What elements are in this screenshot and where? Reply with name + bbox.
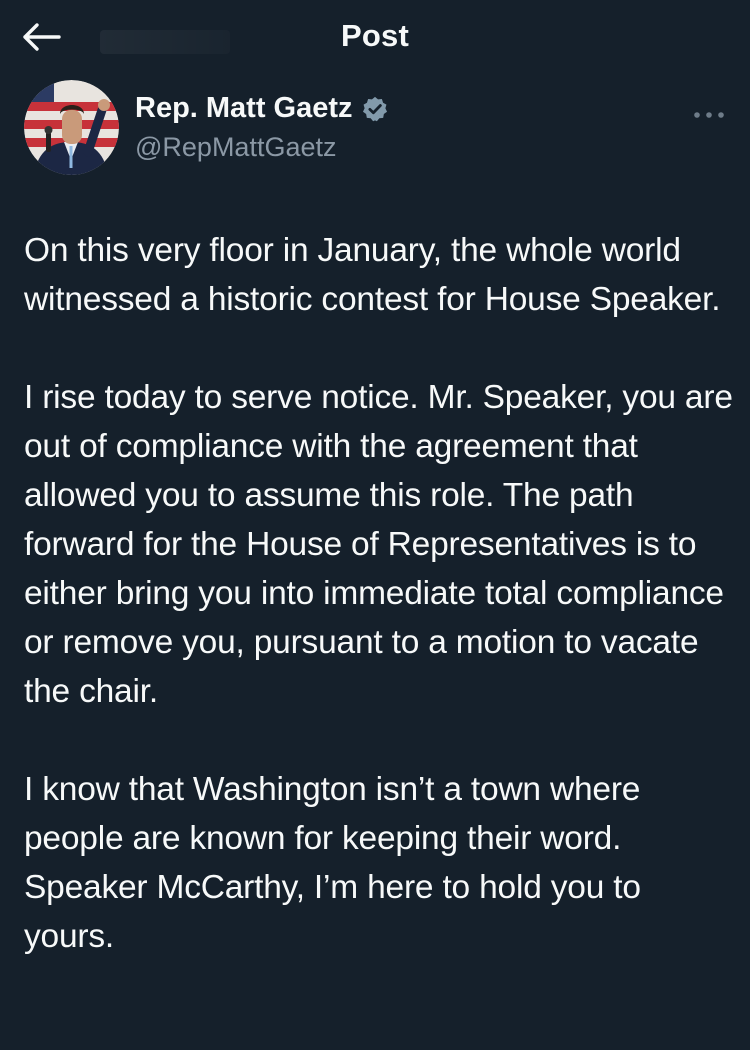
post-paragraph: On this very floor in January, the whole…	[24, 232, 721, 318]
post-paragraph: I rise today to serve notice. Mr. Speake…	[24, 379, 733, 710]
post-text: On this very floor in January, the whole…	[24, 226, 734, 1010]
top-bar: Post	[0, 0, 750, 76]
avatar[interactable]	[24, 80, 119, 175]
verified-badge-icon	[362, 96, 387, 121]
page-title: Post	[341, 18, 409, 53]
profile-photo	[24, 80, 119, 175]
more-options-button[interactable]	[684, 100, 734, 130]
more-horizontal-icon	[694, 112, 724, 118]
post-paragraph: I know that Washington isn’t a town wher…	[24, 771, 641, 955]
author-handle[interactable]: @RepMattGaetz	[135, 132, 337, 163]
author-display-name: Rep. Matt Gaetz	[135, 92, 353, 124]
author-name-row[interactable]: Rep. Matt Gaetz	[135, 92, 389, 125]
author-row: Rep. Matt Gaetz @RepMattGaetz	[24, 80, 724, 180]
